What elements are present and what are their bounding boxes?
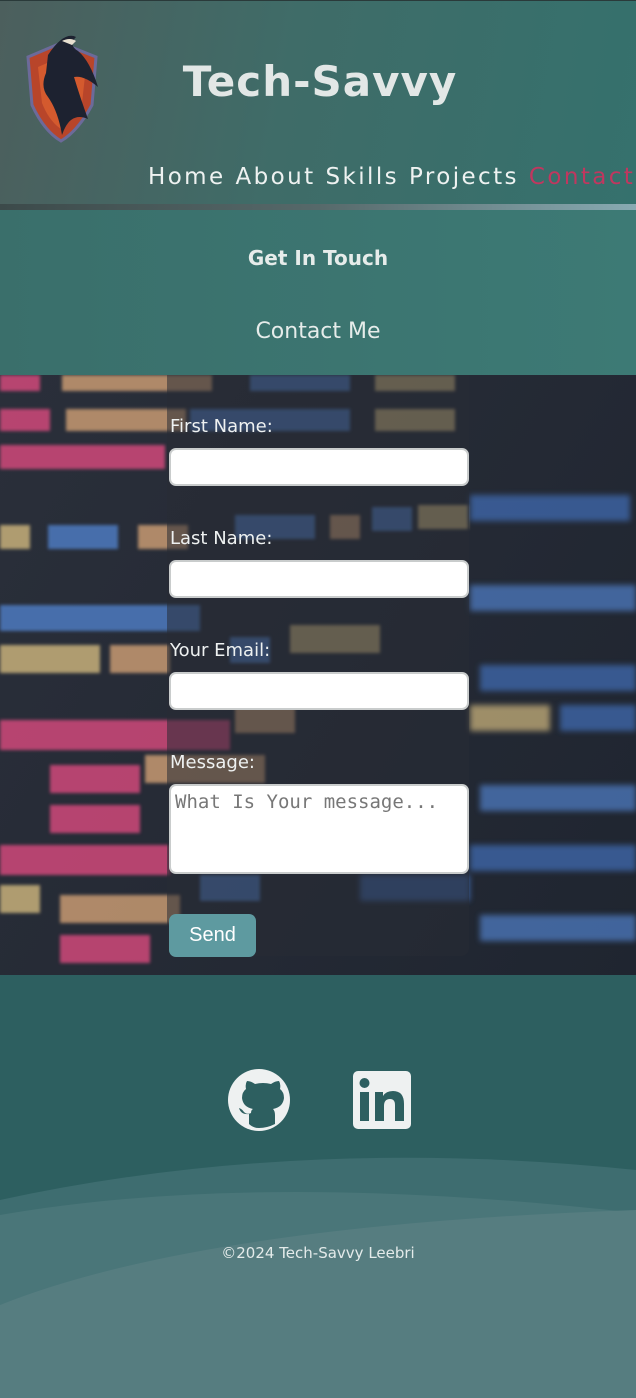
email-label: Your Email: [170, 640, 271, 661]
copyright-text: ©2024 Tech-Savvy Leebri [221, 1244, 415, 1262]
first-name-input[interactable] [169, 448, 469, 486]
email-input[interactable] [169, 672, 469, 710]
site-title: Tech-Savvy [182, 57, 458, 106]
contact-intro: Get In Touch Contact Me [0, 210, 636, 375]
nav-contact[interactable]: Contact [529, 164, 635, 190]
nav-skills[interactable]: Skills [326, 164, 399, 190]
last-name-input[interactable] [169, 560, 469, 598]
linkedin-icon[interactable] [353, 1071, 411, 1129]
send-button[interactable]: Send [169, 914, 256, 957]
message-label: Message: [170, 752, 255, 773]
site-header: Tech-Savvy Home About Skills Projects Contac… [0, 0, 636, 207]
intro-title: Contact Me [255, 319, 381, 344]
contact-section: First Name: Last Name: Your Email: Messa… [0, 375, 636, 975]
site-footer: ©2024 Tech-Savvy Leebri [0, 975, 636, 1398]
first-name-label: First Name: [170, 416, 273, 437]
footer-waves [0, 1157, 636, 1398]
github-icon[interactable] [227, 1068, 291, 1132]
main-nav: Home About Skills Projects Contact [148, 164, 636, 190]
message-textarea[interactable] [169, 784, 469, 874]
last-name-label: Last Name: [170, 528, 273, 549]
intro-subtitle: Get In Touch [247, 246, 389, 270]
nav-projects[interactable]: Projects [409, 164, 519, 190]
nav-home[interactable]: Home [148, 164, 226, 190]
nav-about[interactable]: About [236, 164, 316, 190]
